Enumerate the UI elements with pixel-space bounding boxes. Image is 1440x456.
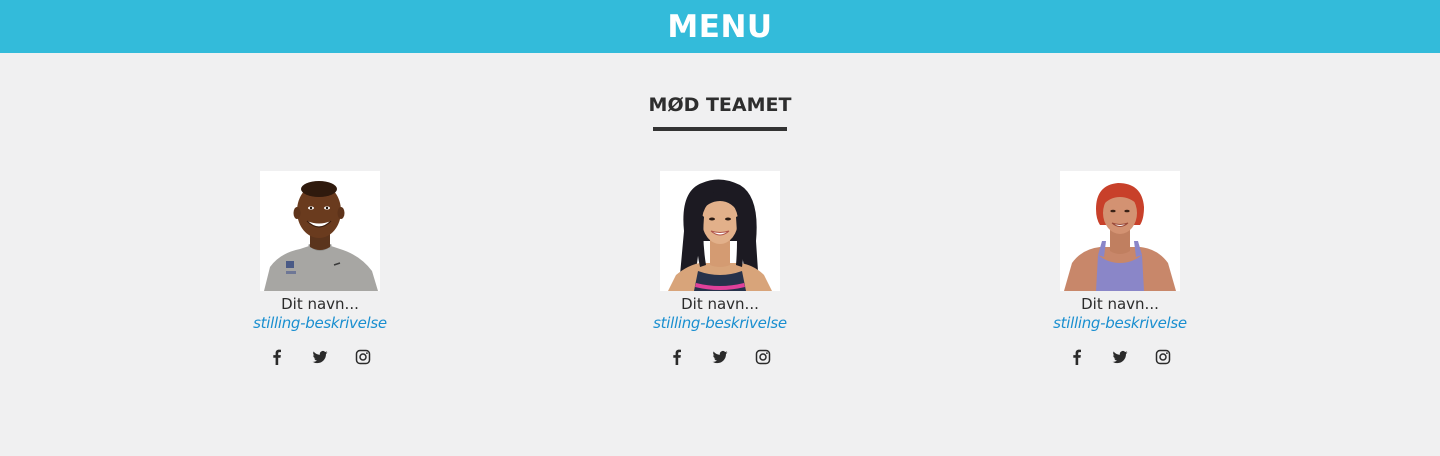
member-photo bbox=[1060, 171, 1180, 291]
instagram-icon[interactable] bbox=[1155, 349, 1171, 365]
member-role: stilling-beskrivelse bbox=[1053, 314, 1187, 332]
section-title: MØD TEAMET bbox=[648, 94, 792, 116]
member-photo bbox=[660, 171, 780, 291]
social-links bbox=[1010, 349, 1230, 365]
facebook-icon[interactable] bbox=[269, 349, 285, 365]
instagram-icon[interactable] bbox=[355, 349, 371, 365]
member-role: stilling-beskrivelse bbox=[253, 314, 387, 332]
twitter-icon[interactable] bbox=[312, 349, 328, 365]
menu-button[interactable]: MENU bbox=[667, 11, 772, 43]
member-photo bbox=[260, 171, 380, 291]
instagram-icon[interactable] bbox=[755, 349, 771, 365]
twitter-icon[interactable] bbox=[712, 349, 728, 365]
team-member-card: Dit navn... stilling-beskrivelse bbox=[1010, 171, 1230, 365]
member-name: Dit navn... bbox=[1081, 295, 1159, 313]
social-links bbox=[610, 349, 830, 365]
social-links bbox=[210, 349, 430, 365]
member-name: Dit navn... bbox=[681, 295, 759, 313]
member-name: Dit navn... bbox=[281, 295, 359, 313]
team-member-card: Dit navn... stilling-beskrivelse bbox=[210, 171, 430, 365]
facebook-icon[interactable] bbox=[1069, 349, 1085, 365]
facebook-icon[interactable] bbox=[669, 349, 685, 365]
top-navigation-bar: MENU bbox=[0, 0, 1440, 53]
member-role: stilling-beskrivelse bbox=[653, 314, 787, 332]
team-member-card: Dit navn... stilling-beskrivelse bbox=[610, 171, 830, 365]
twitter-icon[interactable] bbox=[1112, 349, 1128, 365]
title-underline-divider bbox=[653, 127, 787, 131]
